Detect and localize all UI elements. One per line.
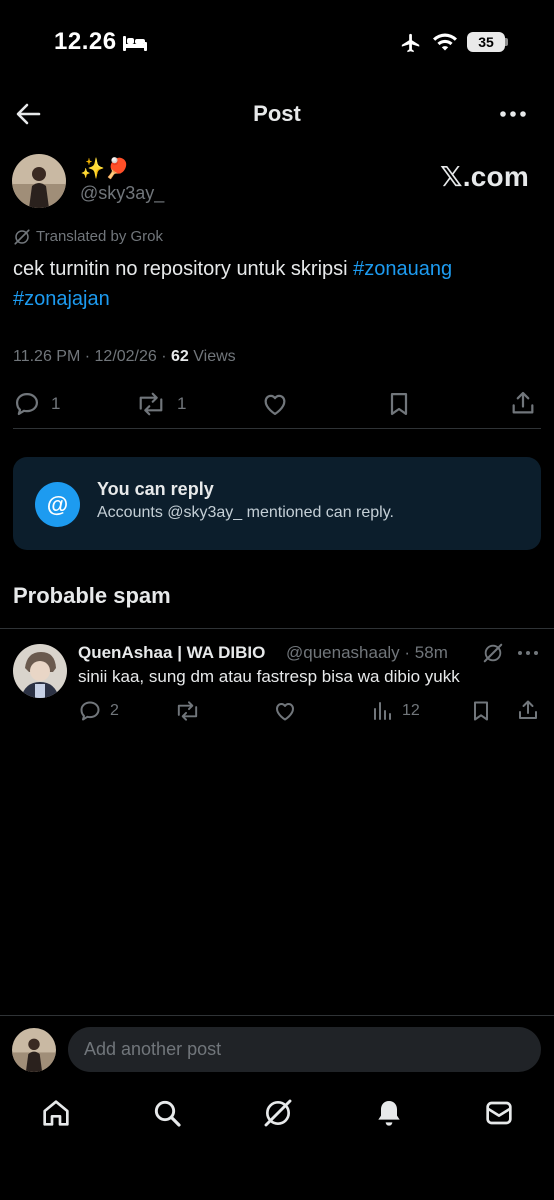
- reply-count: 1: [51, 394, 61, 413]
- reply-action[interactable]: 2: [78, 699, 119, 723]
- share-icon[interactable]: [516, 698, 540, 722]
- views-action[interactable]: 12: [372, 699, 420, 723]
- post-meta: 11.26 PM · 12/02/26 · 62 Views: [13, 348, 236, 366]
- reply-handle-time[interactable]: @quenashaaly · 58m: [286, 643, 448, 663]
- page-title: Post: [253, 101, 301, 126]
- mention-icon: @: [35, 482, 80, 527]
- repost-icon[interactable]: [174, 699, 201, 723]
- grok-icon[interactable]: [482, 642, 504, 664]
- notifications-bell-icon[interactable]: [373, 1097, 405, 1129]
- reply-count: 2: [110, 702, 119, 719]
- add-post-input[interactable]: [68, 1027, 541, 1072]
- divider: [0, 1015, 554, 1016]
- share-icon[interactable]: [509, 389, 537, 417]
- views-count: 12: [402, 702, 420, 719]
- like-heart-icon[interactable]: [261, 390, 289, 418]
- reply-icon: [80, 701, 100, 721]
- reply-author-name[interactable]: QuenAshaa | WA DIBIO: [78, 643, 265, 663]
- divider: [13, 428, 541, 429]
- bookmark-icon[interactable]: [385, 390, 413, 418]
- reply-avatar[interactable]: [13, 644, 67, 698]
- status-time: 12.26: [54, 28, 117, 55]
- reply-restriction-title: You can reply: [97, 479, 214, 499]
- views-label[interactable]: Views: [189, 348, 235, 365]
- divider: [0, 628, 554, 629]
- section-title: Probable spam: [13, 583, 171, 608]
- repost-count: 1: [177, 394, 187, 413]
- post-text: cek turnitin no repository untuk skripsi…: [13, 254, 533, 314]
- author-handle[interactable]: @sky3ay_: [80, 183, 164, 204]
- views-count[interactable]: 62: [171, 348, 189, 365]
- battery-indicator: 35: [467, 32, 505, 52]
- bed-icon: [123, 36, 147, 51]
- hashtag-link[interactable]: #zonauang: [353, 258, 452, 280]
- translated-label[interactable]: Translated by Grok: [36, 228, 163, 245]
- battery-tip: [505, 38, 508, 46]
- post-timestamp: 11.26 PM · 12/02/26 ·: [13, 348, 172, 365]
- views-chart-icon: [374, 702, 391, 720]
- reply-icon: [15, 392, 39, 416]
- bookmark-icon[interactable]: [469, 699, 493, 723]
- composer-avatar: [12, 1028, 56, 1072]
- reply-restriction-subtitle: Accounts @sky3ay_ mentioned can reply.: [97, 504, 394, 521]
- more-options-icon[interactable]: [517, 649, 539, 657]
- wifi-icon: [433, 33, 457, 51]
- reply-text: sinii kaa, sung dm atau fastresp bisa wa…: [78, 667, 460, 686]
- hashtag-link[interactable]: #zonajajan: [13, 288, 110, 310]
- airplane-icon: [401, 33, 420, 53]
- reply-action[interactable]: 1: [13, 390, 60, 418]
- grok-icon[interactable]: [262, 1097, 294, 1129]
- repost-action[interactable]: 1: [135, 390, 186, 418]
- repost-icon: [139, 392, 163, 416]
- messages-envelope-icon[interactable]: [483, 1097, 515, 1129]
- search-icon[interactable]: [151, 1097, 183, 1129]
- post-body: cek turnitin no repository untuk skripsi: [13, 258, 354, 280]
- home-icon[interactable]: [40, 1097, 72, 1129]
- grok-icon: [14, 229, 30, 245]
- reply-restriction-card: @ You can reply Accounts @sky3ay_ mentio…: [13, 457, 541, 550]
- like-heart-icon[interactable]: [273, 699, 297, 723]
- author-name[interactable]: ✨🏓: [80, 156, 130, 181]
- xcom-watermark-logo: 𝕏.com: [440, 161, 529, 192]
- more-options-icon[interactable]: [498, 108, 528, 120]
- author-avatar[interactable]: [12, 154, 66, 208]
